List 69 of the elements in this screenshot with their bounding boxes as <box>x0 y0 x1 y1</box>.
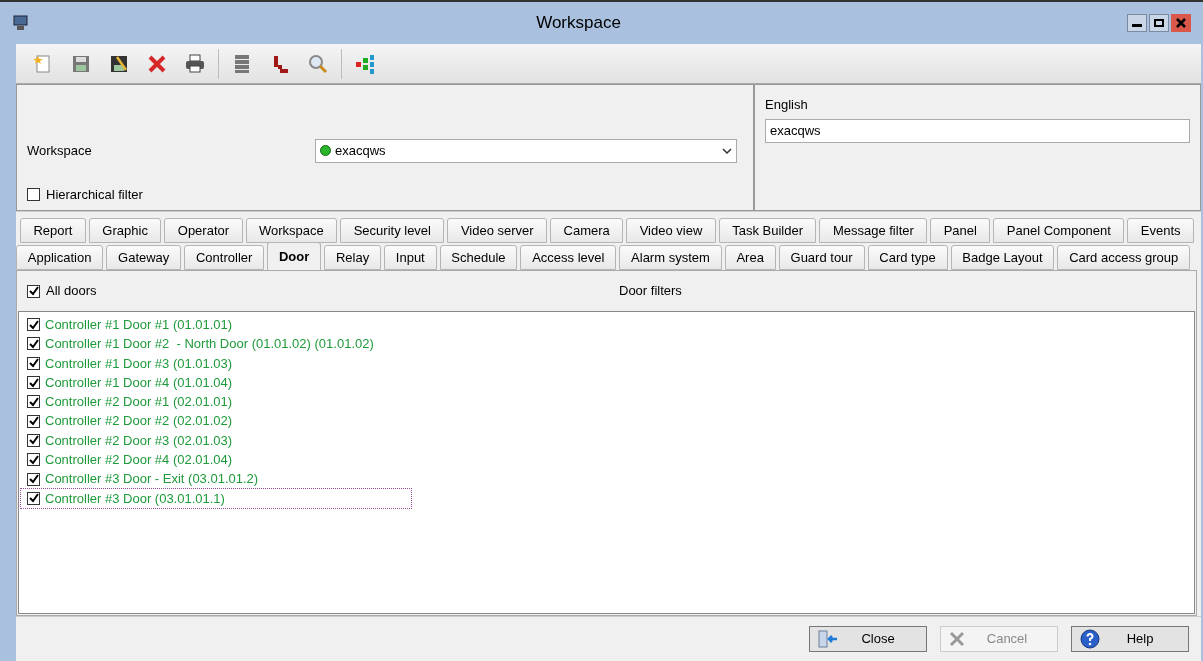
door-list-item[interactable]: Controller #2 Door #3 (02.01.03) <box>21 430 411 451</box>
status-dot-icon <box>320 145 331 156</box>
tab[interactable]: Area <box>724 245 776 270</box>
checkbox[interactable] <box>27 414 40 428</box>
tab[interactable]: Camera <box>550 218 624 243</box>
tab[interactable]: Badge Layout <box>950 245 1055 270</box>
minimize-button[interactable] <box>1127 14 1147 32</box>
door-list-item[interactable]: Controller #1 Door #1 (01.01.01) <box>21 315 411 335</box>
tab[interactable]: Operator <box>164 218 243 243</box>
tab[interactable]: Alarm system <box>619 245 722 270</box>
tab[interactable]: Card type <box>867 245 948 270</box>
checkbox-label: Hierarchical filter <box>46 185 143 204</box>
door-list-item[interactable]: Controller #1 Door #4 (01.01.04) <box>21 372 411 393</box>
help-icon <box>1080 629 1100 649</box>
door-list-item[interactable]: Controller #2 Door #4 (02.01.04) <box>21 450 411 470</box>
tab[interactable]: Panel <box>930 218 991 243</box>
workspace-dropdown[interactable]: exacqws <box>315 138 737 163</box>
door-list-item[interactable]: Controller #3 Door (03.01.01.1) <box>21 488 411 508</box>
window-title: Workspace <box>535 12 622 35</box>
exit-door-icon <box>818 630 838 648</box>
checkbox[interactable] <box>27 453 40 467</box>
close-icon <box>1176 18 1186 28</box>
checkbox[interactable] <box>27 491 40 505</box>
door-list-item[interactable]: Controller #1 Door #3 (01.01.03) <box>21 353 411 373</box>
checkbox[interactable] <box>27 395 40 409</box>
tab[interactable]: Video server <box>447 218 548 243</box>
tab[interactable]: Security level <box>340 218 445 243</box>
computer-icon <box>12 14 30 32</box>
maximize-button[interactable] <box>1149 14 1169 32</box>
checkbox-label: All doors <box>46 282 97 301</box>
language-label: English <box>765 96 809 114</box>
close-button[interactable] <box>1171 14 1191 32</box>
door-list-item[interactable]: Controller #1 Door #2 - North Door (01.01.02) (01.01.02) <box>21 334 411 354</box>
tab[interactable]: Door <box>267 242 322 270</box>
tab[interactable]: Input <box>384 245 437 270</box>
tab[interactable]: Schedule <box>439 245 518 270</box>
checkbox[interactable] <box>27 472 40 486</box>
language-field[interactable]: exacqws <box>765 118 1190 143</box>
tab[interactable]: Events <box>1127 218 1194 243</box>
door-list-item[interactable]: Controller #2 Door #1 (02.01.01) <box>21 392 411 412</box>
tab[interactable]: Relay <box>324 245 381 270</box>
tab[interactable]: Message filter <box>819 218 928 243</box>
tab[interactable]: Video view <box>626 218 716 243</box>
tab[interactable]: Workspace <box>245 218 338 243</box>
tab[interactable]: Graphic <box>88 218 162 243</box>
chevron-down-icon <box>722 147 732 154</box>
door-list-item[interactable]: Controller #3 Door - Exit (03.01.01.2) <box>21 469 411 489</box>
tab[interactable]: Card access group <box>1057 245 1191 270</box>
section-title: Door filters <box>619 282 682 301</box>
help-button[interactable]: Help <box>1071 626 1189 652</box>
close-dialog-button[interactable]: Close <box>809 626 927 652</box>
cross-icon <box>949 631 965 647</box>
checkbox[interactable] <box>27 284 40 298</box>
workspace-label: Workspace <box>27 141 93 160</box>
door-list-item[interactable]: Controller #2 Door #2 (02.01.02) <box>21 411 411 431</box>
checkbox[interactable] <box>27 337 40 351</box>
tab[interactable]: Gateway <box>106 245 182 270</box>
checkbox[interactable] <box>27 356 40 370</box>
checkbox[interactable] <box>27 433 40 447</box>
tab[interactable]: Access level <box>520 245 617 270</box>
checkbox[interactable] <box>27 187 40 201</box>
checkbox[interactable] <box>27 318 40 332</box>
tab[interactable]: Task Builder <box>718 218 817 243</box>
checkbox[interactable] <box>27 376 40 390</box>
tab[interactable]: Report <box>20 218 86 243</box>
tab[interactable]: Guard tour <box>778 245 865 270</box>
tab[interactable]: Controller <box>184 245 265 270</box>
tab[interactable]: Panel Component <box>993 218 1125 243</box>
tab[interactable]: Application <box>16 245 104 270</box>
